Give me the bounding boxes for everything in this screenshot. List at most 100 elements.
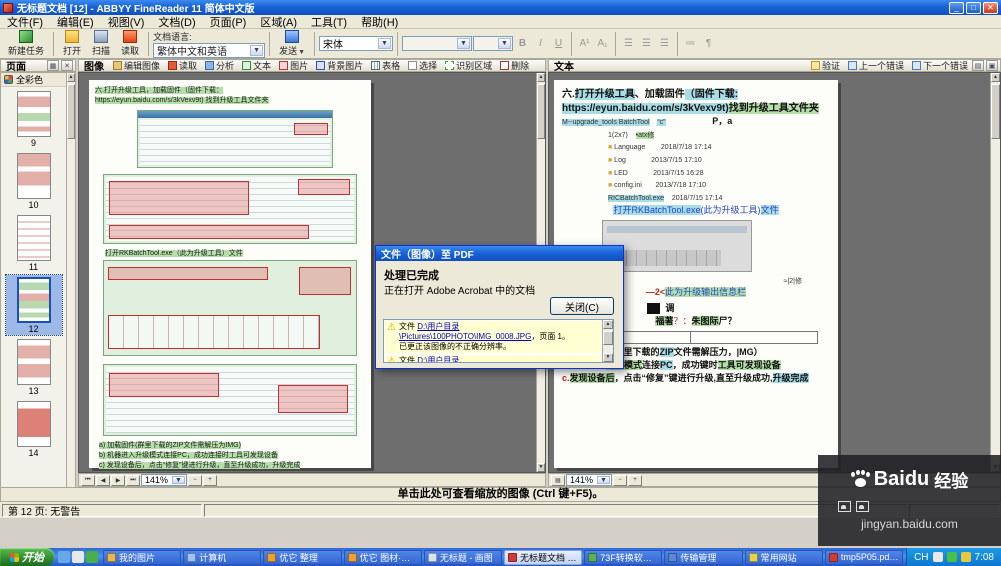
taskbar-item[interactable]: tmp5P05.pdf - Foxi... bbox=[825, 550, 903, 565]
style-select[interactable]: 宋体 ▼ bbox=[319, 36, 393, 51]
superscript-button[interactable]: A¹ bbox=[576, 35, 593, 52]
warning-item[interactable]: ⚠文件 D:\用户目录\Pictures\100PHOTO\IMG_0008.J… bbox=[385, 321, 601, 353]
thumbnail-page-11[interactable]: 11 bbox=[6, 213, 62, 273]
taskbar-item[interactable]: 计算机 bbox=[183, 550, 261, 565]
scan-button[interactable]: 扫描 bbox=[87, 30, 115, 58]
next-page-button[interactable]: ▶ bbox=[111, 475, 125, 486]
menu-item[interactable]: 区域(A) bbox=[253, 14, 304, 30]
image-tool-read[interactable]: 读取 bbox=[164, 60, 201, 72]
align-left-button[interactable]: ☰ bbox=[620, 35, 637, 52]
dialog-scrollbar[interactable]: ▲ ▼ bbox=[602, 320, 613, 362]
italic-button[interactable]: I bbox=[532, 35, 549, 52]
taskbar-item[interactable]: 无标题 - 画图 bbox=[424, 550, 502, 565]
menu-item[interactable]: 视图(V) bbox=[101, 14, 152, 30]
quick-launch-icon[interactable] bbox=[86, 551, 98, 563]
warning-file-link[interactable]: D:\用户目录\Pictures\100PHOTO\IMG_0011.JPG bbox=[399, 356, 531, 363]
tray-icon[interactable] bbox=[961, 552, 971, 562]
quick-launch-icon[interactable] bbox=[58, 551, 70, 563]
taskbar-item[interactable]: 优它 整理 bbox=[263, 550, 341, 565]
thumbnail-page-9[interactable]: 9 bbox=[6, 89, 62, 149]
zoom-out-icon[interactable]: − bbox=[613, 475, 627, 486]
image-tool-picture-area[interactable]: 图片 bbox=[275, 60, 312, 72]
text-zoom-select[interactable]: 141%▼ bbox=[566, 474, 612, 486]
dialog-title-bar[interactable]: 文件（图像）至 PDF bbox=[376, 246, 623, 261]
zoom-in-icon[interactable]: + bbox=[203, 475, 217, 486]
maximize-button[interactable]: □ bbox=[966, 2, 981, 14]
start-button[interactable]: 开始 bbox=[0, 548, 54, 566]
text-view-icon[interactable]: ▤ bbox=[551, 475, 565, 486]
image-tool-pencil[interactable]: 编辑图像 bbox=[109, 60, 164, 72]
quick-launch-icon[interactable] bbox=[72, 551, 84, 563]
warning-file-link[interactable]: D:\用户目录\Pictures\100PHOTO\IMG_0008.JPG bbox=[399, 322, 531, 341]
tray-icon[interactable] bbox=[947, 552, 957, 562]
taskbar-item[interactable]: 无标题文档 [12] - bbox=[504, 550, 582, 565]
scanned-page[interactable]: 六.打开升级工具，加载固件（固件下载： https://eyun.baidu.c… bbox=[89, 80, 371, 468]
image-tool-text-area[interactable]: 文本 bbox=[238, 60, 275, 72]
subscript-button[interactable]: A₁ bbox=[594, 35, 611, 52]
image-tool-analyze[interactable]: 分析 bbox=[201, 60, 238, 72]
tray-language-indicator[interactable]: CH bbox=[914, 552, 928, 563]
zoom-in-icon[interactable]: + bbox=[628, 475, 642, 486]
text-properties-icon[interactable]: ▤ bbox=[972, 60, 984, 71]
thumbnail-page-13[interactable]: 13 bbox=[6, 337, 62, 397]
thumbnail-page-12[interactable]: 12 bbox=[6, 275, 62, 335]
color-filter-select[interactable]: 全彩色 bbox=[1, 73, 75, 87]
text-scrollbar[interactable]: ▲ ▼ bbox=[990, 73, 1000, 472]
minimize-button[interactable]: _ bbox=[949, 2, 964, 14]
paragraph-button[interactable]: ¶ bbox=[700, 35, 717, 52]
font-select[interactable]: ▼ bbox=[402, 36, 472, 51]
warning-item[interactable]: ⚠文件 D:\用户目录\Pictures\100PHOTO\IMG_0011.J… bbox=[385, 355, 601, 363]
image-tool-recognize-area[interactable]: 识别区域 bbox=[441, 60, 496, 72]
menu-item[interactable]: 帮助(H) bbox=[354, 14, 405, 30]
taskbar-item[interactable]: 73F转换软件v86绿... bbox=[584, 550, 662, 565]
scroll-down-icon[interactable]: ▼ bbox=[537, 463, 545, 472]
tray-clock[interactable]: 7:08 bbox=[975, 552, 994, 563]
text-tool-verify[interactable]: 验证 bbox=[807, 60, 844, 72]
pages-options-icon[interactable]: ▦ bbox=[47, 60, 59, 71]
align-center-button[interactable]: ☰ bbox=[638, 35, 655, 52]
close-button[interactable]: ✕ bbox=[983, 2, 998, 14]
image-tool-select[interactable]: 选择 bbox=[404, 60, 441, 72]
taskbar-item[interactable]: 传输管理 bbox=[664, 550, 742, 565]
first-page-button[interactable]: ⏮ bbox=[81, 475, 95, 486]
list-button[interactable]: ≔ bbox=[682, 35, 699, 52]
text-tool-next-error[interactable]: 下一个错误 bbox=[908, 60, 972, 72]
prev-page-button[interactable]: ◀ bbox=[96, 475, 110, 486]
thumbnail-page-10[interactable]: 10 bbox=[6, 151, 62, 211]
menu-item[interactable]: 页面(P) bbox=[203, 14, 254, 30]
taskbar-item[interactable]: 我的图片 bbox=[103, 550, 181, 565]
text-close-icon[interactable]: ▣ bbox=[986, 60, 998, 71]
scroll-up-icon[interactable]: ▲ bbox=[603, 320, 613, 329]
zoom-out-icon[interactable]: − bbox=[188, 475, 202, 486]
image-tool-bg-picture-area[interactable]: 背景图片 bbox=[312, 60, 367, 72]
pages-close-icon[interactable]: ✕ bbox=[61, 60, 73, 71]
last-page-button[interactable]: ⏭ bbox=[126, 475, 140, 486]
send-button[interactable]: 发送▼ bbox=[274, 30, 310, 58]
menu-item[interactable]: 工具(T) bbox=[304, 14, 354, 30]
doc-language-select[interactable]: 繁体中文和英语 ▼ bbox=[153, 43, 265, 58]
image-tool-delete[interactable]: 删除 bbox=[496, 60, 533, 72]
open-button[interactable]: 打开 bbox=[58, 30, 86, 58]
dialog-close-button[interactable]: 关闭(C) bbox=[550, 297, 614, 315]
bold-button[interactable]: B bbox=[514, 35, 531, 52]
taskbar-item[interactable]: 优它 图材·素拼很... bbox=[344, 550, 422, 565]
menu-item[interactable]: 文件(F) bbox=[0, 14, 50, 30]
scroll-down-icon[interactable]: ▼ bbox=[603, 353, 613, 362]
tray-icon[interactable] bbox=[933, 552, 943, 562]
thumbnail-page-14[interactable]: 14 bbox=[6, 399, 62, 459]
menu-item[interactable]: 文档(D) bbox=[151, 14, 202, 30]
new-task-button[interactable]: 新建任务 bbox=[3, 30, 49, 58]
underline-button[interactable]: U bbox=[550, 35, 567, 52]
read-button[interactable]: 读取 bbox=[116, 30, 144, 58]
image-tool-table-area[interactable]: 表格 bbox=[367, 60, 404, 72]
menu-item[interactable]: 编辑(E) bbox=[50, 14, 101, 30]
scroll-up-icon[interactable]: ▲ bbox=[537, 73, 545, 82]
align-right-button[interactable]: ☰ bbox=[656, 35, 673, 52]
taskbar-item[interactable]: 常用网站 bbox=[745, 550, 823, 565]
image-zoom-select[interactable]: 141%▼ bbox=[141, 474, 187, 486]
font-size-select[interactable]: ▼ bbox=[473, 36, 513, 51]
scroll-up-icon[interactable]: ▲ bbox=[67, 73, 75, 82]
scroll-up-icon[interactable]: ▲ bbox=[991, 73, 1000, 82]
pages-scrollbar[interactable]: ▲ ▼ bbox=[66, 73, 75, 501]
text-tool-prev-error[interactable]: 上一个错误 bbox=[844, 60, 908, 72]
